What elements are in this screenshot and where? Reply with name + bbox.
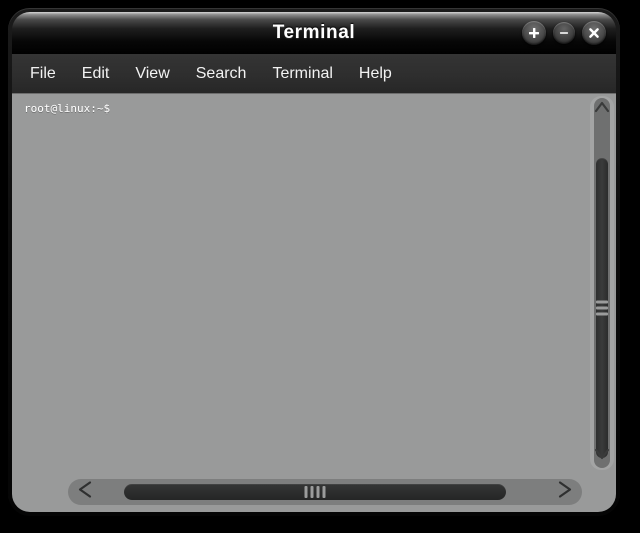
window-titlebar[interactable]: Terminal: [12, 12, 616, 54]
vertical-scrollbar-thumb[interactable]: [596, 158, 608, 458]
menu-item-terminal[interactable]: Terminal: [272, 65, 332, 83]
window-controls: [522, 21, 606, 45]
terminal-content-area: root@linux:~$: [12, 94, 616, 512]
desktop-background: Terminal File Edit View Search Terminal …: [0, 0, 640, 533]
horizontal-scrollbar[interactable]: [68, 479, 582, 505]
menu-item-help[interactable]: Help: [359, 65, 392, 83]
chevron-up-icon[interactable]: [594, 100, 610, 119]
menu-item-edit[interactable]: Edit: [82, 65, 110, 83]
minus-icon: [558, 27, 570, 39]
vertical-scrollbar-grip: [596, 300, 608, 316]
vertical-scrollbar[interactable]: [590, 96, 614, 470]
close-button[interactable]: [582, 21, 606, 45]
chevron-down-icon[interactable]: [594, 447, 610, 466]
menu-item-file[interactable]: File: [30, 65, 56, 83]
window-title: Terminal: [272, 22, 356, 43]
horizontal-scrollbar-grip: [304, 486, 326, 498]
horizontal-scrollbar-thumb[interactable]: [124, 484, 506, 500]
terminal-prompt-line: root@linux:~$: [24, 102, 111, 115]
terminal-screen[interactable]: root@linux:~$: [12, 94, 590, 472]
minimize-button[interactable]: [553, 22, 575, 44]
maximize-button[interactable]: [522, 21, 546, 45]
chevron-right-icon[interactable]: [554, 481, 574, 504]
menubar: File Edit View Search Terminal Help: [12, 54, 616, 94]
menu-item-search[interactable]: Search: [196, 65, 247, 83]
chevron-left-icon[interactable]: [76, 481, 96, 504]
terminal-window: Terminal File Edit View Search Terminal …: [8, 8, 620, 516]
plus-icon: [527, 26, 541, 40]
menu-item-view[interactable]: View: [135, 65, 169, 83]
close-icon: [587, 26, 601, 40]
